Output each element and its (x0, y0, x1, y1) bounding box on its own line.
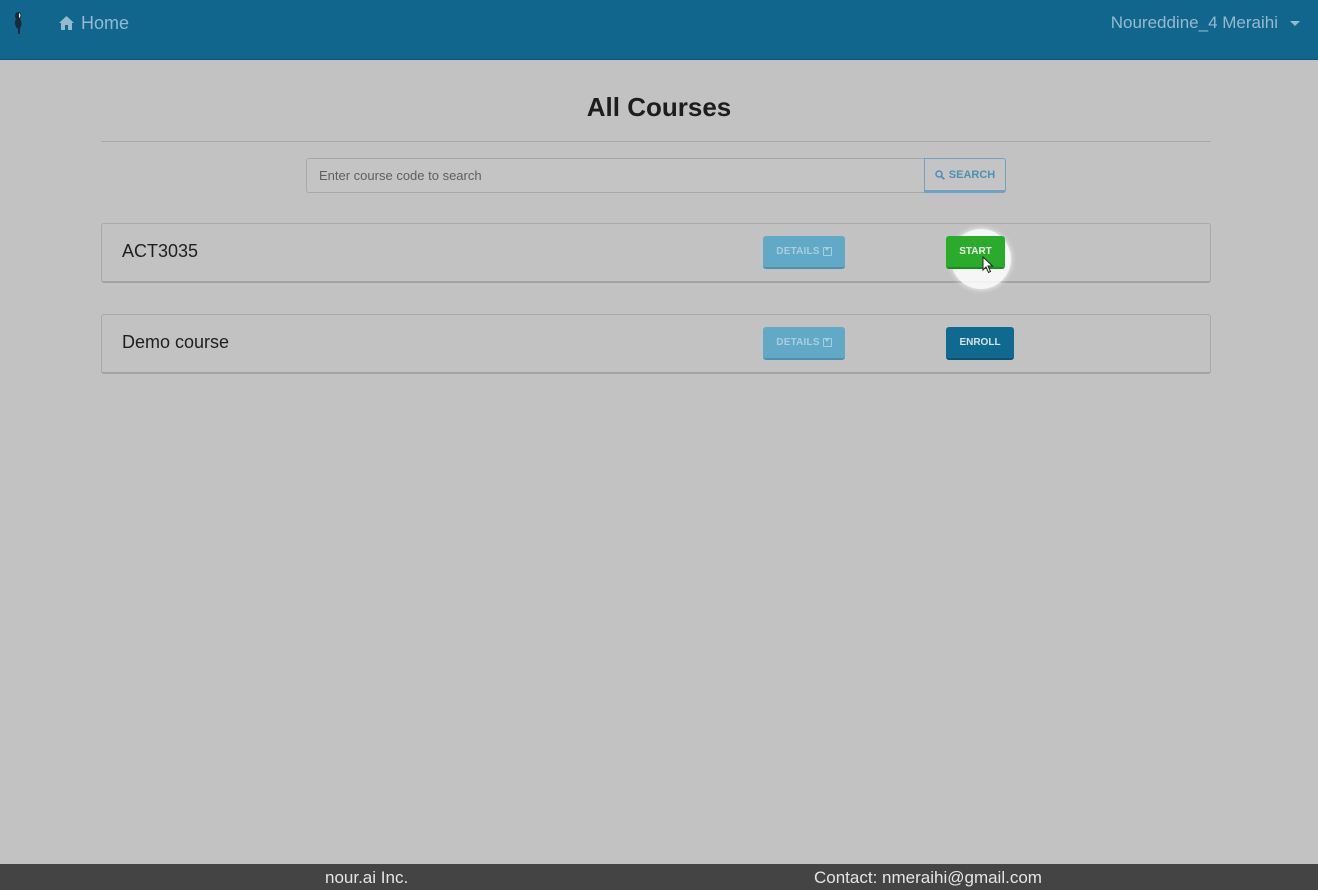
caret-square-down-icon (822, 338, 832, 347)
start-button[interactable]: START (946, 236, 1005, 269)
top-navbar: Home Noureddine_4 Meraihi (0, 0, 1318, 60)
logo-icon[interactable] (10, 10, 28, 36)
title-divider (101, 141, 1211, 142)
enroll-button-label: ENROLL (959, 337, 1001, 348)
page-title: All Courses (586, 92, 732, 122)
course-name: Demo course (122, 332, 230, 352)
search-button-label: SEARCH (948, 168, 996, 181)
search-button[interactable]: SEARCH (924, 158, 1006, 193)
course-search-input[interactable] (306, 158, 924, 193)
details-button-label: DETAILS (776, 246, 820, 257)
footer: nour.ai Inc. Contact: nmeraihi@gmail.com (0, 864, 1318, 890)
user-menu-toggle[interactable]: Noureddine_4 Meraihi (1111, 11, 1300, 35)
user-name: Noureddine_4 Meraihi (1110, 13, 1278, 32)
home-icon (59, 16, 74, 30)
footer-company: nour.ai Inc. (325, 868, 409, 887)
course-card: Demo course DETAILS ENROLL (101, 314, 1211, 374)
mouse-pointer-icon (982, 256, 994, 274)
course-card: ACT3035 DETAILS START (101, 223, 1211, 283)
nav-home-link[interactable]: Home (58, 11, 129, 35)
footer-contact[interactable]: Contact: nmeraihi@gmail.com (814, 868, 1042, 888)
search-icon (935, 169, 945, 180)
nav-home-label: Home (81, 12, 130, 33)
enroll-button[interactable]: ENROLL (946, 327, 1014, 360)
course-name: ACT3035 (122, 241, 199, 261)
details-button[interactable]: DETAILS (763, 236, 845, 269)
details-button-label: DETAILS (776, 337, 820, 348)
course-search-bar: SEARCH (306, 158, 1006, 193)
caret-square-down-icon (822, 247, 832, 256)
caret-down-icon (1290, 20, 1300, 26)
details-button[interactable]: DETAILS (763, 327, 845, 360)
